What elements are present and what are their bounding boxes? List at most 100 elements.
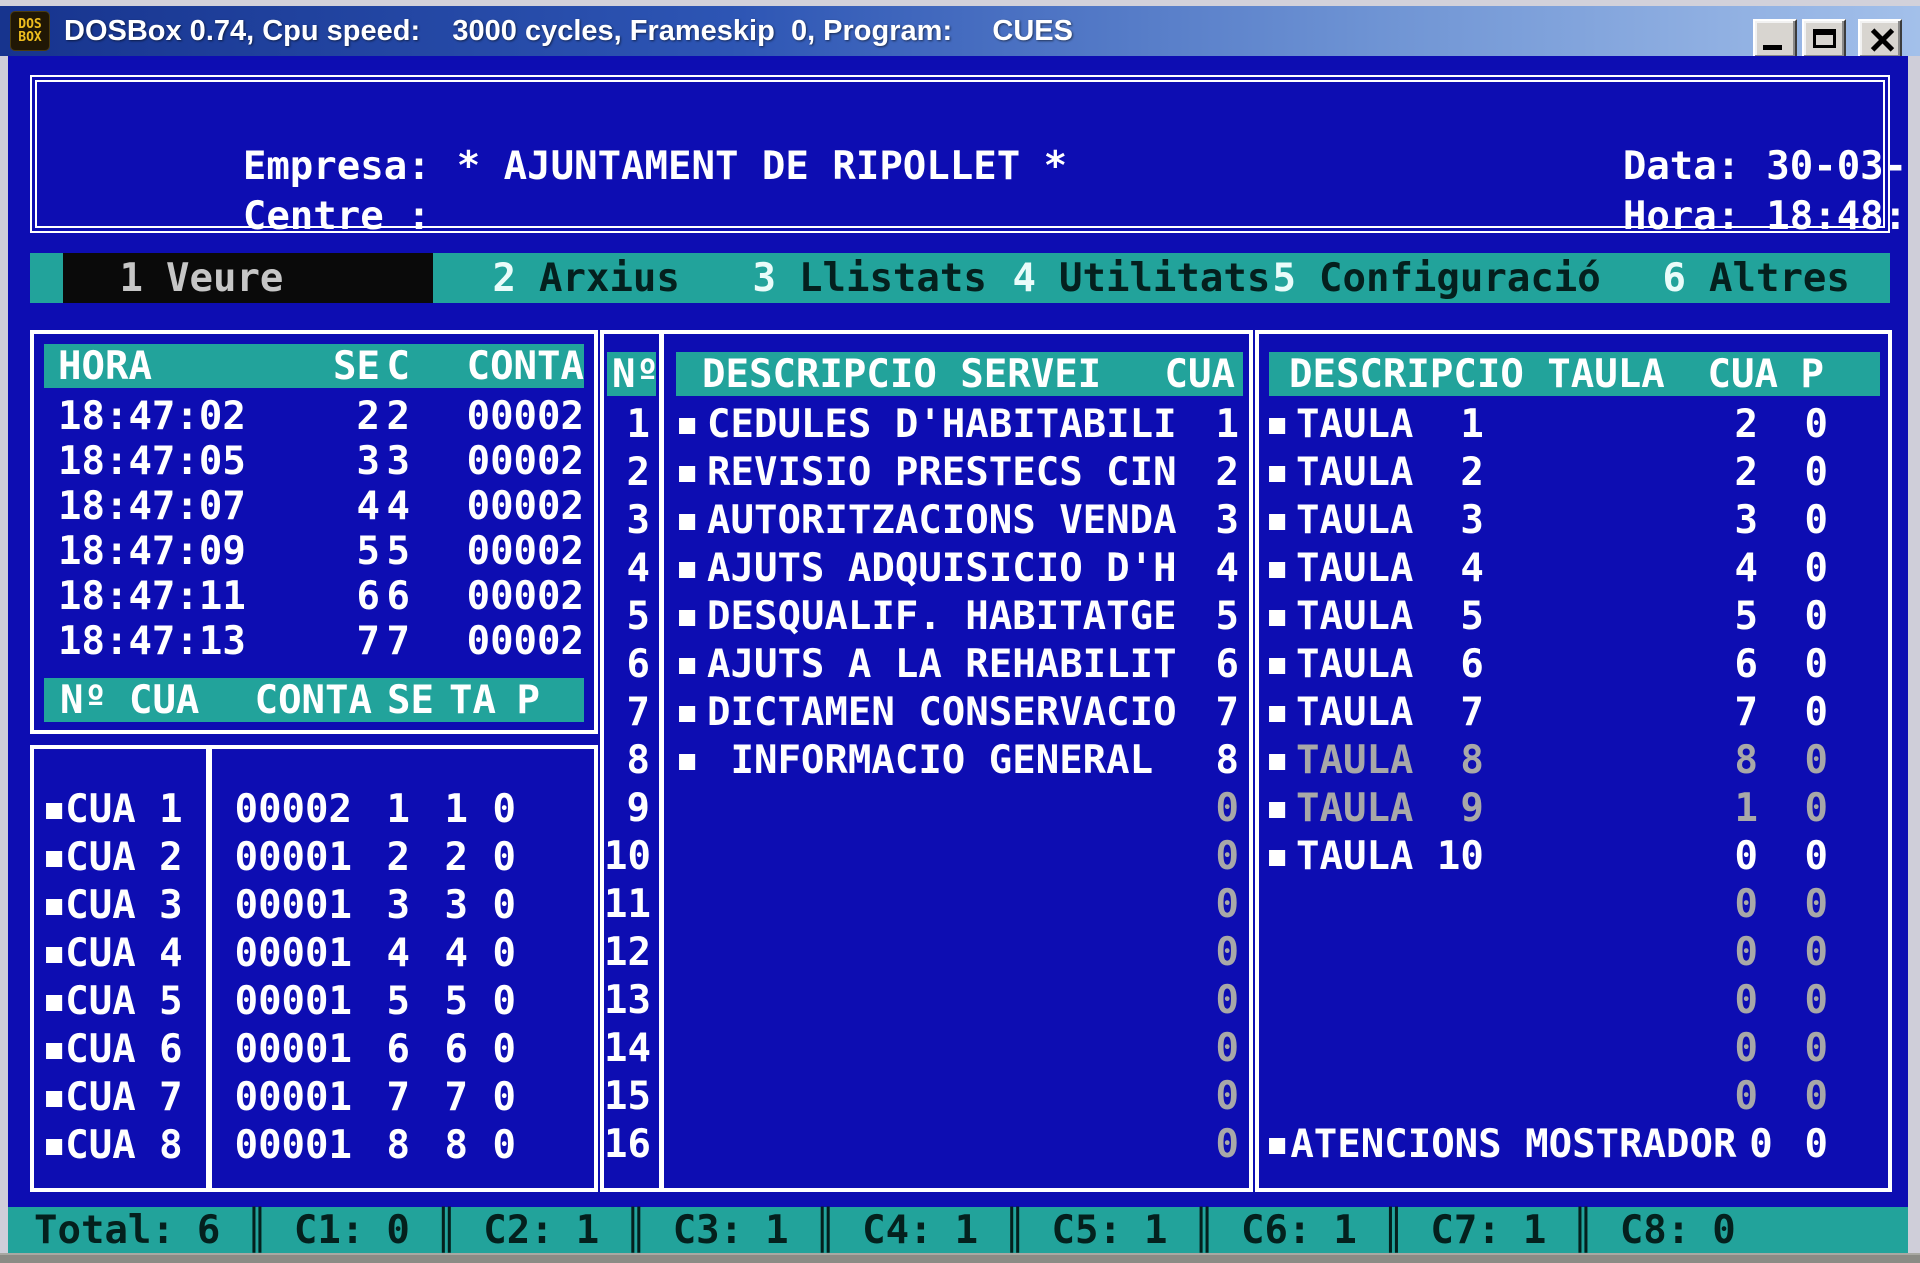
taula-description: TAULA 5 <box>1296 594 1712 639</box>
servei-description: AJUTS A LA REHABILIT <box>707 642 1195 687</box>
p-cell: 0 <box>1758 1026 1828 1071</box>
servei-table-row: 7 ■ DICTAMEN CONSERVACIO 7 <box>604 688 1249 736</box>
cua-table-row: ■CUA 8 00001 8 8 0 <box>34 1121 594 1169</box>
se-cell: 5 <box>310 529 380 574</box>
status-separator-icon: ║ <box>1571 1208 1594 1253</box>
cua-label: CUA 7 <box>65 1075 182 1120</box>
menu-item[interactable]: 2 Arxius <box>470 253 680 303</box>
close-icon <box>1870 27 1894 51</box>
cua-name: ■CUA 6 <box>34 1027 212 1072</box>
row-number: 3 <box>604 498 650 543</box>
cua-name: ■CUA 8 <box>34 1123 212 1168</box>
ta-cell: 8 <box>410 1123 468 1168</box>
bullet-icon: ■ <box>46 1084 62 1111</box>
taula-description: TAULA 2 <box>1296 450 1712 495</box>
cua-name: ■CUA 7 <box>34 1075 212 1120</box>
cua-cell: 3 <box>1712 498 1758 543</box>
p-cell: 0 <box>1758 882 1828 927</box>
conta-cell: 00002 <box>410 484 584 529</box>
servei-table-row: 15 0 <box>604 1072 1249 1120</box>
c-cell: 4 <box>380 484 410 529</box>
menu-item[interactable]: 3 Llistats <box>730 253 987 303</box>
menu-item[interactable]: 6 Altres <box>1640 253 1850 303</box>
bullet-icon: ■ <box>46 844 62 871</box>
servei-table-row: 1 ■ CEDULES D'HABITABILI 1 <box>604 400 1249 448</box>
ta-cell: 3 <box>410 883 468 928</box>
cua-cell: 0 <box>1195 786 1239 831</box>
c-cell: 2 <box>380 394 410 439</box>
conta-cell: 00002 <box>410 529 584 574</box>
window-border-bottom <box>0 1253 1920 1263</box>
conta-cell: 00001 <box>212 1123 352 1168</box>
cua-label: CUA 5 <box>65 979 182 1024</box>
hora-table-header: HORA SE C CONTA <box>44 344 584 388</box>
row-number: 14 <box>604 1026 650 1071</box>
cua-cell: 0 <box>1195 978 1239 1023</box>
menu-item-number: 4 <box>990 256 1036 301</box>
taula-table-row: ■ TAULA 9 1 0 <box>1259 784 1888 832</box>
col-ta: TA <box>434 678 496 723</box>
window-border-right <box>1908 56 1920 1263</box>
bullet-icon: ■ <box>46 796 62 823</box>
ta-cell: 6 <box>410 1027 468 1072</box>
status-separator-icon: ║ <box>1003 1208 1026 1253</box>
taula-table-body: ■ TAULA 1 2 0 ■ TAULA 2 2 0 ■ TAULA 3 3 … <box>1259 400 1888 1168</box>
menu-item[interactable]: 5 Configuració <box>1250 253 1601 303</box>
bullet-icon: ■ <box>679 459 707 486</box>
status-counter-label: C5: <box>1052 1208 1122 1253</box>
col-conta2: CONTA <box>236 678 372 723</box>
bullet-icon: ■ <box>679 651 707 678</box>
status-counter-value: 6 <box>197 1208 220 1253</box>
menu-item-label: Veure <box>166 256 283 301</box>
window-controls <box>1748 19 1902 59</box>
p-cell: 0 <box>468 1075 516 1120</box>
minimize-button[interactable] <box>1753 19 1797 59</box>
p-cell: 0 <box>468 787 516 832</box>
taula-description: ATENCIONS MOSTRADOR <box>1290 1122 1736 1167</box>
row-number: 12 <box>604 930 650 975</box>
taula-description: TAULA 4 <box>1296 546 1712 591</box>
dosbox-window: DOS BOX DOSBox 0.74, Cpu speed: 3000 cyc… <box>0 0 1920 1263</box>
se-cell: 2 <box>352 835 410 880</box>
cua-name: ■CUA 3 <box>34 883 212 928</box>
servei-table-row: 11 0 <box>604 880 1249 928</box>
servei-description: DICTAMEN CONSERVACIO <box>707 690 1195 735</box>
cua-table-header: Nº CUA CONTA SE TA P <box>44 678 584 722</box>
cua-cell: 1 <box>1712 786 1758 831</box>
cua-cell: 2 <box>1195 450 1239 495</box>
conta-cell: 00001 <box>212 835 352 880</box>
maximize-button[interactable] <box>1802 19 1846 59</box>
row-number: 11 <box>604 882 650 927</box>
p-cell: 0 <box>468 931 516 976</box>
cua-cell: 2 <box>1712 402 1758 447</box>
bullet-icon: ■ <box>1269 699 1296 726</box>
cua-cell: 6 <box>1712 642 1758 687</box>
hora-cell: 18:47:09 <box>44 529 310 574</box>
status-counter-label: C6: <box>1241 1208 1311 1253</box>
menu-item[interactable]: 1 Veure <box>63 253 433 303</box>
menu-item[interactable]: 4 Utilitats <box>990 253 1270 303</box>
servei-table-row: 10 0 <box>604 832 1249 880</box>
taula-table-header: DESCRIPCIO TAULA CUA P <box>1269 352 1880 396</box>
title-bar[interactable]: DOS BOX DOSBox 0.74, Cpu speed: 3000 cyc… <box>0 6 1920 56</box>
row-number: 16 <box>604 1122 650 1167</box>
hora-table-row: 18:47:02 2 2 00002 <box>44 394 584 439</box>
ta-cell: 7 <box>410 1075 468 1120</box>
bullet-icon: ■ <box>1269 459 1296 486</box>
taula-panel: DESCRIPCIO TAULA CUA P ■ TAULA 1 2 0 ■ T… <box>1255 330 1892 1192</box>
taula-table-row: ■ TAULA 3 3 0 <box>1259 496 1888 544</box>
close-button[interactable] <box>1858 19 1902 59</box>
hora-table-row: 18:47:11 6 6 00002 <box>44 574 584 619</box>
hora-table-row: 18:47:07 4 4 00002 <box>44 484 584 529</box>
p-cell: 0 <box>1758 594 1828 639</box>
cua-cell: 7 <box>1195 690 1239 735</box>
bullet-icon: ■ <box>1269 555 1296 582</box>
dosbox-icon-line2: BOX <box>18 31 41 44</box>
conta-cell: 00002 <box>212 787 352 832</box>
row-number: 6 <box>604 642 650 687</box>
cua-cell: 0 <box>1195 882 1239 927</box>
hora-table-row: 18:47:09 5 5 00002 <box>44 529 584 574</box>
menu-item-label: Utilitats <box>1059 256 1270 301</box>
row-number: 10 <box>604 834 650 879</box>
servei-table-row: 4 ■ AJUTS ADQUISICIO D'H 4 <box>604 544 1249 592</box>
